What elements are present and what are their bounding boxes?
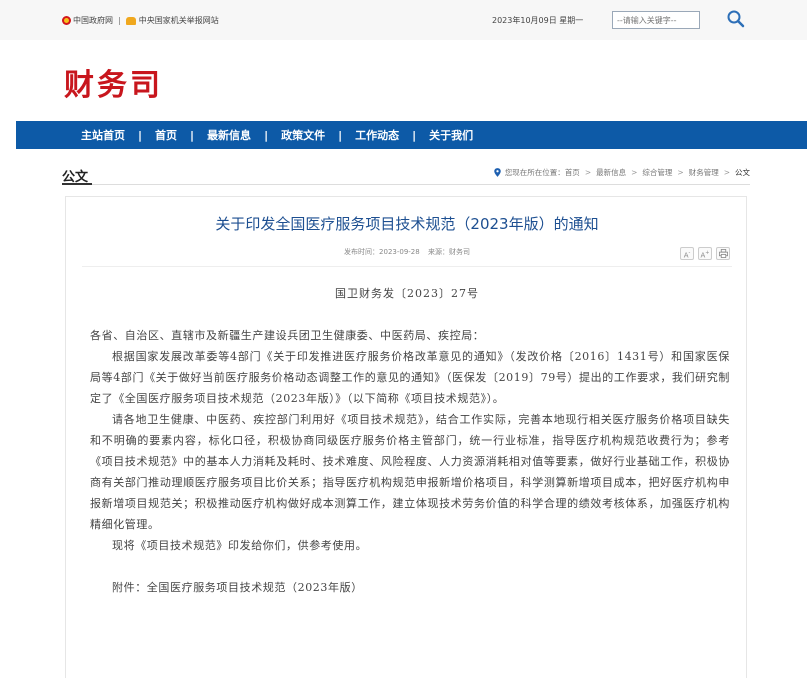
body-paragraph: 现将《项目技术规范》印发给你们，供参考使用。 — [112, 539, 368, 552]
breadcrumb-general-management[interactable]: 综合管理 — [642, 167, 672, 178]
font-larger-button[interactable]: A+ — [698, 247, 712, 260]
top-utility-bar: 中国政府网 | 中央国家机关举报网站 2023年10月09日 星期一 — [0, 0, 807, 40]
breadcrumb-finance-management[interactable]: 财务管理 — [689, 167, 719, 178]
site-title: 财务司 — [64, 68, 163, 103]
font-smaller-button[interactable]: A- — [680, 247, 694, 260]
breadcrumb-separator: > — [723, 168, 730, 177]
report-site-link[interactable]: 中央国家机关举报网站 — [139, 15, 219, 26]
gov-portal-link[interactable]: 中国政府网 — [73, 15, 113, 26]
nav-item-policy[interactable]: 政策文件 — [281, 127, 325, 143]
search-input[interactable] — [612, 11, 700, 29]
breadcrumb-separator: > — [677, 168, 684, 177]
nav-item-about[interactable]: 关于我们 — [429, 127, 473, 143]
article-card: 关于印发全国医疗服务项目技术规范（2023年版）的通知 发布时间：2023-09… — [65, 196, 747, 678]
breadcrumb-latest[interactable]: 最新信息 — [596, 167, 626, 178]
nav-separator: | — [190, 128, 195, 142]
meta-divider — [82, 266, 732, 267]
article-meta: 发布时间：2023-09-28 来源：财务司 — [66, 247, 748, 257]
breadcrumb-separator: > — [631, 168, 638, 177]
search-icon[interactable] — [726, 9, 746, 29]
top-links: 中国政府网 | 中央国家机关举报网站 — [62, 15, 219, 26]
nav-separator: | — [412, 128, 417, 142]
report-hand-icon — [125, 16, 136, 25]
document-number: 国卫财务发〔2023〕27号 — [335, 287, 479, 300]
section-divider — [62, 184, 750, 185]
print-button[interactable] — [716, 247, 730, 260]
article-title: 关于印发全国医疗服务项目技术规范（2023年版）的通知 — [215, 215, 599, 233]
location-pin-icon — [494, 168, 501, 177]
nav-items: 主站首页 | 首页 | 最新信息 | 政策文件 | 工作动态 | 关于我们 — [81, 121, 473, 149]
publish-time: 发布时间：2023-09-28 — [344, 248, 420, 256]
article-body: 各省、自治区、直辖市及新疆生产建设兵团卫生健康委、中医药局、疾控局： 根据国家发… — [90, 325, 730, 598]
addressee: 各省、自治区、直辖市及新疆生产建设兵团卫生健康委、中医药局、疾控局： — [90, 329, 485, 342]
breadcrumb-prefix: 您现在所在位置： — [504, 168, 565, 177]
attachment-link[interactable]: 附件：全国医疗服务项目技术规范（2023年版） — [90, 577, 730, 598]
nav-item-main-home[interactable]: 主站首页 — [81, 127, 125, 143]
breadcrumb-current: 公文 — [735, 168, 750, 177]
nav-item-work-news[interactable]: 工作动态 — [355, 127, 399, 143]
nav-separator: | — [338, 128, 343, 142]
print-icon — [718, 249, 728, 258]
breadcrumb: 您现在所在位置： 首页 > 最新信息 > 综合管理 > 财务管理 > 公文 — [494, 167, 750, 178]
top-link-separator: | — [118, 16, 121, 25]
nav-item-home[interactable]: 首页 — [155, 127, 177, 143]
nav-item-latest[interactable]: 最新信息 — [207, 127, 251, 143]
breadcrumb-home[interactable]: 首页 — [565, 167, 580, 178]
nav-separator: | — [264, 128, 269, 142]
nav-separator: | — [138, 128, 143, 142]
current-date: 2023年10月09日 星期一 — [492, 16, 584, 25]
section-title-underline — [62, 183, 92, 185]
breadcrumb-separator: > — [584, 168, 592, 177]
article-tools: A- A+ — [676, 247, 730, 260]
article-source: 来源：财务司 — [427, 248, 470, 256]
body-paragraph: 根据国家发展改革委等4部门《关于印发推进医疗服务价格改革意见的通知》（发改价格〔… — [90, 350, 730, 405]
national-emblem-icon — [62, 16, 71, 25]
body-paragraph: 请各地卫生健康、中医药、疾控部门利用好《项目技术规范》，结合工作实际，完善本地现… — [90, 413, 730, 531]
main-nav: 主站首页 | 首页 | 最新信息 | 政策文件 | 工作动态 | 关于我们 — [16, 121, 807, 149]
